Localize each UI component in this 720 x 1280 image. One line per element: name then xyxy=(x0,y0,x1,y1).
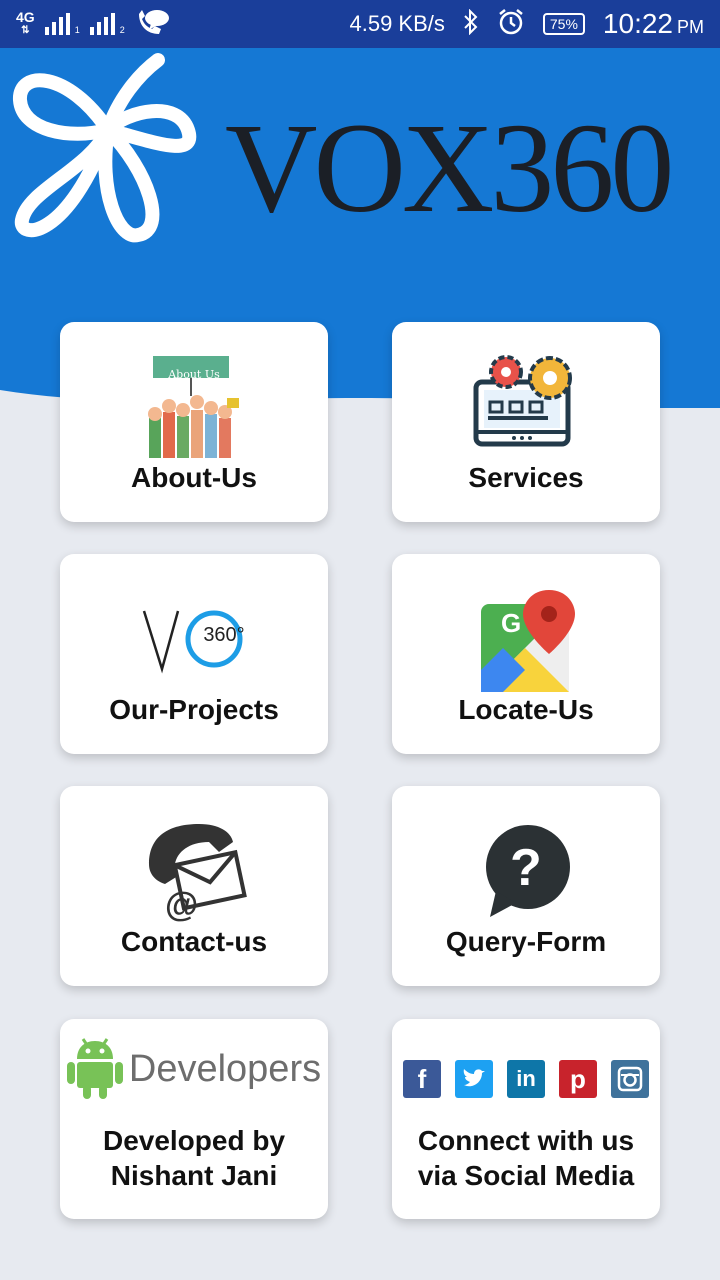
our-projects-card[interactable]: 360° Our-Projects xyxy=(60,554,328,754)
social-media-label: Connect with us via Social Media xyxy=(392,1123,660,1193)
facebook-icon: f xyxy=(403,1060,441,1098)
about-us-sign-text: About Us xyxy=(168,368,220,381)
twitter-icon xyxy=(455,1060,493,1098)
about-us-card[interactable]: About Us About-Us xyxy=(60,322,328,522)
contact-us-label: Contact-us xyxy=(120,926,268,957)
clock: 10:22 PM xyxy=(602,8,704,39)
question-bubble-icon: ? xyxy=(392,806,660,936)
our-projects-label: Our-Projects xyxy=(109,694,279,725)
social-icons-row: f in p xyxy=(392,1041,660,1117)
developers-label-line1: Developed by xyxy=(102,1125,286,1156)
social-label-line1: Connect with us xyxy=(417,1125,635,1156)
services-card[interactable]: Services xyxy=(392,322,660,522)
about-us-label: About-Us xyxy=(131,462,257,493)
google-maps-icon: G xyxy=(392,574,660,704)
contact-us-card[interactable]: @ Contact-us xyxy=(60,786,328,986)
instagram-icon xyxy=(611,1060,649,1098)
network-type: 4G ⇅ xyxy=(16,9,35,36)
social-label-line2: via Social Media xyxy=(417,1160,635,1191)
developers-card[interactable]: Developers Developed by Nishant Jani xyxy=(60,1019,328,1219)
svg-text:G: G xyxy=(501,608,521,638)
android-icon xyxy=(66,1035,123,1104)
pinterest-icon: p xyxy=(559,1060,597,1098)
query-form-card[interactable]: ? Query-Form xyxy=(392,786,660,986)
battery-indicator: 75% xyxy=(542,13,585,35)
status-bar: 4G ⇅ 1 2 4.59 KB/s 75% 10:22 PM xyxy=(0,0,720,48)
developers-label-line2: Nishant Jani xyxy=(110,1160,278,1191)
developers-label: Developed by Nishant Jani xyxy=(60,1123,328,1193)
call-chat-icon xyxy=(135,8,171,41)
developers-logo: Developers xyxy=(60,1029,328,1109)
locate-us-card[interactable]: G Locate-Us xyxy=(392,554,660,754)
phone-mail-icon: @ xyxy=(60,806,328,936)
linkedin-icon: in xyxy=(507,1060,545,1098)
brand-title: VOX360 xyxy=(225,97,674,239)
svg-text:?: ? xyxy=(510,839,542,897)
data-speed: 4.59 KB/s xyxy=(349,11,445,36)
signal-icon-sim2: 2 xyxy=(89,13,125,35)
svg-text:@: @ xyxy=(165,886,198,924)
projects-logo-text: 360° xyxy=(203,624,245,646)
social-media-card[interactable]: f in p Connect with us via Social Media xyxy=(392,1019,660,1219)
alarm-icon xyxy=(497,8,525,41)
query-form-label: Query-Form xyxy=(445,926,607,957)
signal-icon-sim1: 1 xyxy=(44,13,80,35)
vox360-v-logo-icon: 360° xyxy=(60,574,328,704)
services-gears-monitor-icon xyxy=(392,342,660,472)
about-us-icon: About Us xyxy=(60,342,328,472)
locate-us-label: Locate-Us xyxy=(458,694,594,725)
developers-logo-text: Developers xyxy=(128,1047,322,1090)
services-label: Services xyxy=(468,462,584,493)
bluetooth-icon xyxy=(463,8,479,40)
